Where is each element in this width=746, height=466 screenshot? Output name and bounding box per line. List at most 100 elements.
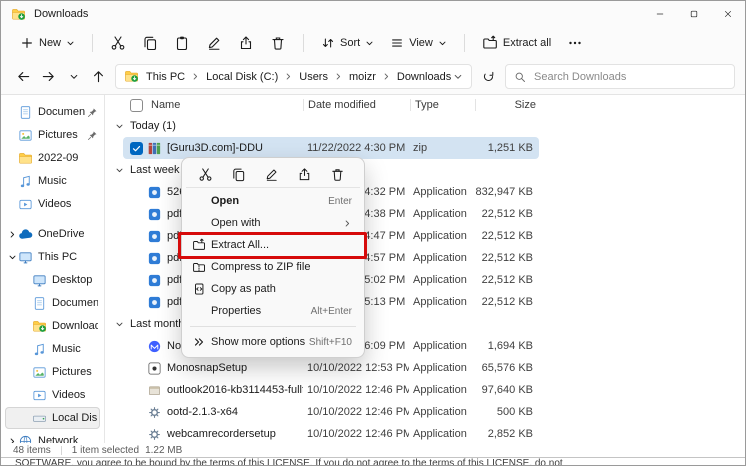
breadcrumb-chevron-icon	[382, 72, 391, 81]
statusbar-separator	[61, 446, 62, 455]
menu-item-copy-as-path[interactable]: Copy as path	[186, 278, 360, 300]
close-icon	[723, 9, 733, 19]
select-all-checkbox-cell	[127, 95, 147, 115]
sidebar-item-this-pc[interactable]: This PC	[5, 246, 100, 268]
address-dropdown-chevron-icon[interactable]	[453, 72, 463, 82]
file-row-monosnapsetup[interactable]: MonosnapSetup10/10/2022 12:53 PMApplicat…	[123, 357, 539, 379]
menu-item-show-more-options[interactable]: Show more optionsShift+F10	[186, 331, 360, 353]
breadcrumb-item-downloads[interactable]: Downloads	[394, 70, 453, 84]
file-size: 97,640 KB	[473, 384, 539, 396]
chevron-down-icon	[115, 320, 124, 329]
maximize-button[interactable]	[677, 1, 711, 27]
command-toolbar: New Sort View Extract all	[1, 27, 745, 59]
menu-item-open[interactable]: OpenEnter	[186, 190, 360, 212]
breadcrumb-chevron-icon	[334, 72, 343, 81]
group-label: Last month	[130, 318, 184, 330]
breadcrumb-item-moizr[interactable]: moizr	[346, 70, 379, 84]
extract-all-button[interactable]: Extract all	[475, 30, 558, 56]
tree-chevron[interactable]	[7, 253, 18, 262]
column-header-size[interactable]: Size	[476, 95, 542, 115]
share-button[interactable]	[293, 164, 315, 186]
tree-chevron[interactable]	[7, 437, 18, 444]
more-options-button[interactable]	[560, 30, 590, 56]
group-header-today-1[interactable]: Today (1)	[105, 115, 745, 137]
column-header-label: Size	[515, 99, 536, 111]
sidebar-item-desktop[interactable]: Desktop	[5, 269, 100, 291]
context-menu-icon-row	[186, 162, 360, 188]
rename-button[interactable]	[260, 164, 282, 186]
back-button[interactable]	[11, 64, 36, 89]
plus-icon	[20, 36, 34, 50]
cut-button[interactable]	[194, 164, 216, 186]
chevron-right-icon	[8, 437, 17, 444]
tree-chevron[interactable]	[7, 230, 18, 239]
sidebar-item-documents[interactable]: Documents	[5, 292, 100, 314]
file-row-guru3d-com-ddu[interactable]: [Guru3D.com]-DDU11/22/2022 4:30 PMzip1,2…	[123, 137, 539, 159]
menu-item-shortcut: Alt+Enter	[311, 306, 352, 317]
select-all-checkbox[interactable]	[130, 99, 143, 112]
file-row-ootd-2-1-3-x64[interactable]: ootd-2.1.3-x6410/10/2022 12:46 PMApplica…	[123, 401, 539, 423]
trash-button[interactable]	[326, 164, 348, 186]
menu-item-open-with[interactable]: Open with	[186, 212, 360, 234]
cut-button[interactable]	[103, 30, 133, 56]
breadcrumb-item-users[interactable]: Users	[296, 70, 331, 84]
share-button[interactable]	[231, 30, 261, 56]
minimize-button[interactable]	[643, 1, 677, 27]
delete-button[interactable]	[263, 30, 293, 56]
search-input[interactable]	[532, 70, 726, 84]
menu-item-compress-to-zip-file[interactable]: Compress to ZIP file	[186, 256, 360, 278]
cut-icon	[110, 35, 126, 51]
menu-item-extract-all[interactable]: Extract All...	[186, 234, 360, 256]
column-header-name[interactable]: Name	[147, 95, 303, 115]
chevron-down-icon	[66, 39, 75, 48]
sidebar-item-videos[interactable]: Videos	[5, 384, 100, 406]
sidebar-item-label: Videos	[52, 389, 98, 401]
sidebar-item-onedrive[interactable]: OneDrive	[5, 223, 100, 245]
music-icon	[18, 174, 33, 189]
up-button[interactable]	[86, 64, 111, 89]
sidebar-item-network[interactable]: Network	[5, 430, 100, 443]
sort-button[interactable]: Sort	[314, 30, 381, 56]
column-header-date-modified[interactable]: Date modified	[304, 95, 410, 115]
sidebar-item-documents[interactable]: Documents	[5, 101, 100, 123]
breadcrumb-item-this-pc[interactable]: This PC	[143, 70, 188, 84]
file-installer-icon	[147, 383, 162, 398]
breadcrumb-item-local-disk-c[interactable]: Local Disk (C:)	[203, 70, 281, 84]
copy-button[interactable]	[227, 164, 249, 186]
sidebar-item-2022-09[interactable]: 2022-09	[5, 147, 100, 169]
recent-locations-button[interactable]	[61, 64, 86, 89]
sidebar-item-pictures[interactable]: Pictures	[5, 124, 100, 146]
view-button[interactable]: View	[383, 30, 454, 56]
sidebar-item-pictures[interactable]: Pictures	[5, 361, 100, 383]
trash-icon	[330, 167, 345, 182]
copy-button[interactable]	[135, 30, 165, 56]
sidebar-item-label: Music	[52, 343, 98, 355]
menu-item-properties[interactable]: PropertiesAlt+Enter	[186, 300, 360, 322]
minimize-icon	[655, 9, 665, 19]
file-size: 22,512 KB	[473, 296, 539, 308]
file-row-webcamrecordersetup[interactable]: webcamrecordersetup10/10/2022 12:46 PMAp…	[123, 423, 539, 443]
paste-button[interactable]	[167, 30, 197, 56]
file-type: Application	[409, 340, 473, 352]
refresh-button[interactable]	[476, 64, 501, 89]
sidebar-item-downloads[interactable]: Downloads	[5, 315, 100, 337]
close-button[interactable]	[711, 1, 745, 27]
sidebar-item-videos[interactable]: Videos	[5, 193, 100, 215]
file-icon-cell	[147, 427, 167, 442]
chevron-down-icon	[438, 39, 447, 48]
file-icon-cell	[147, 207, 167, 222]
file-row-outlook2016-kb3114453-fullfile-x64-glb[interactable]: outlook2016-kb3114453-fullfile-x64-glb10…	[123, 379, 539, 401]
address-field[interactable]: This PC Local Disk (C:) Users moizr Download…	[115, 64, 472, 89]
sidebar-item-music[interactable]: Music	[5, 338, 100, 360]
file-size: 500 KB	[473, 406, 539, 418]
new-button[interactable]: New	[13, 30, 82, 56]
row-checkbox-checked[interactable]	[130, 142, 143, 155]
view-icon	[390, 36, 404, 50]
sidebar-item-music[interactable]: Music	[5, 170, 100, 192]
rename-button[interactable]	[199, 30, 229, 56]
forward-button[interactable]	[36, 64, 61, 89]
menu-divider	[190, 326, 356, 327]
column-header-type[interactable]: Type	[411, 95, 475, 115]
sidebar-item-local-disk-c[interactable]: Local Disk (C:)	[5, 407, 100, 429]
cloud-icon	[18, 227, 33, 242]
